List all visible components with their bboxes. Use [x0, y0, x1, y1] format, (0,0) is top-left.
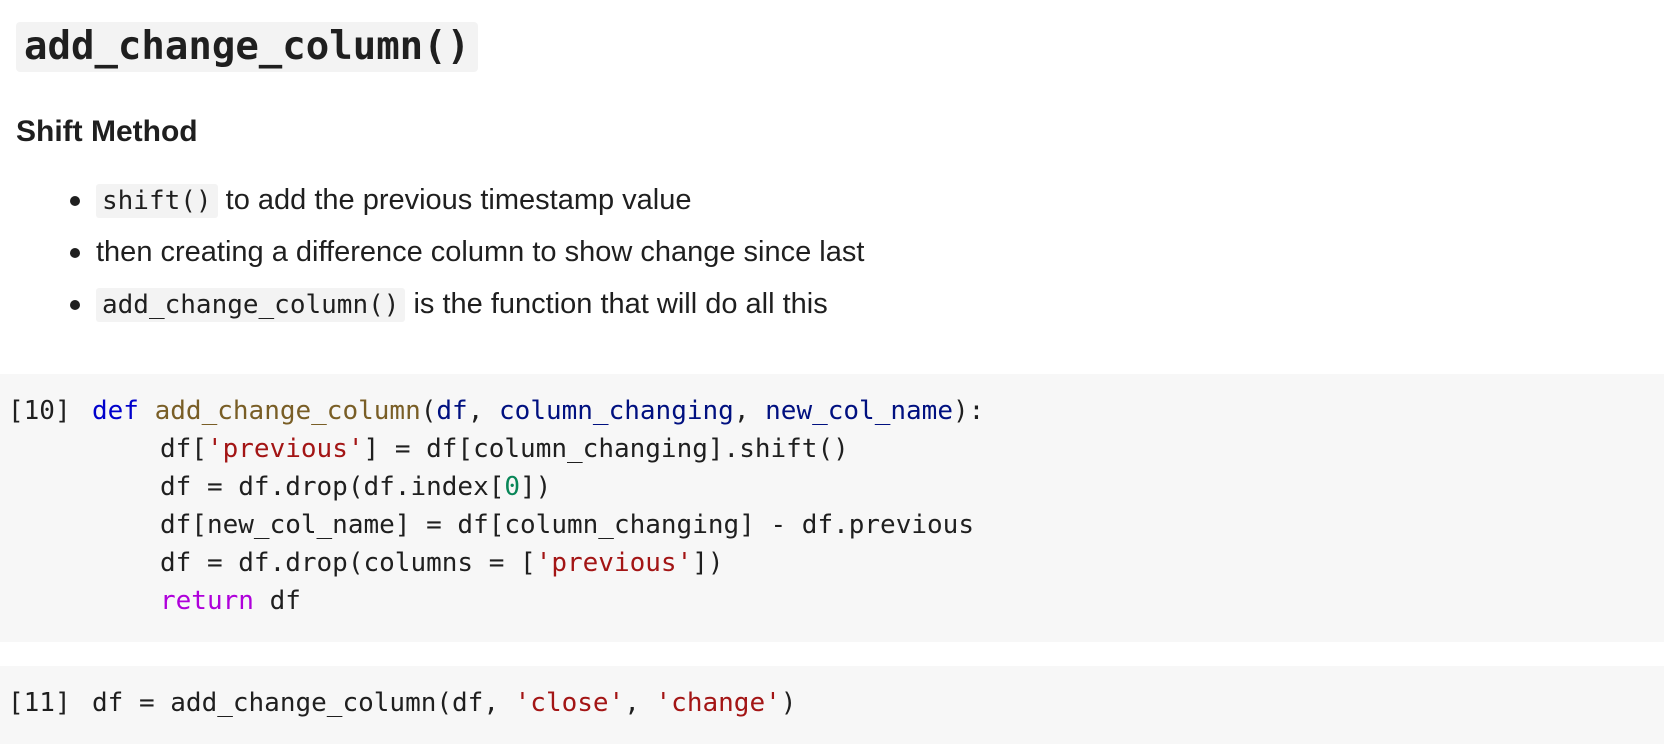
list-item-text: to add the previous timestamp value	[217, 184, 692, 216]
code-token: (	[420, 396, 437, 426]
list-item-text: is the function that will do all this	[405, 288, 828, 320]
code-token: ])	[692, 548, 724, 578]
code-keyword: return	[160, 586, 254, 616]
code-line: df = df.drop(df.index[0])	[92, 468, 984, 506]
markdown-subtitle: Shift Method	[16, 115, 198, 148]
markdown-title: add_change_column()	[16, 22, 479, 72]
bullet-icon	[70, 248, 80, 258]
inline-code: add_change_column()	[96, 288, 406, 322]
code-string: 'previous'	[206, 434, 364, 464]
code-token: )	[780, 688, 797, 718]
code-line: df[new_col_name] = df[column_changing] -…	[92, 506, 984, 544]
inline-code: shift()	[96, 184, 218, 218]
code-line: return df	[92, 582, 984, 620]
code-line: def add_change_column(df, column_changin…	[92, 392, 984, 430]
code-token: ):	[952, 396, 985, 426]
markdown-cell[interactable]: add_change_column() Shift Method shift()…	[0, 0, 1664, 372]
code-string: 'change'	[655, 688, 781, 718]
code-token: df	[253, 586, 301, 616]
code-token: df = df.drop(columns = [	[160, 548, 536, 578]
code-parameter: column_changing	[499, 396, 734, 426]
code-parameter: df	[436, 396, 468, 426]
execution-count: [10]	[8, 396, 71, 426]
code-token: ,	[624, 688, 656, 718]
code-token: df = add_change_column(df,	[92, 688, 515, 718]
code-editor[interactable]: def add_change_column(df, column_changin…	[92, 392, 984, 620]
code-token: ,	[733, 396, 766, 426]
code-token: df = df.drop(df.index[	[160, 472, 505, 502]
execution-count: [11]	[8, 688, 71, 718]
code-parameter: new_col_name	[765, 396, 953, 426]
code-string: 'previous'	[535, 548, 693, 578]
code-token: ] = df[column_changing].shift()	[363, 434, 849, 464]
code-token: ])	[520, 472, 552, 502]
list-item: then creating a difference column to sho…	[64, 232, 864, 284]
list-item: add_change_column() is the function that…	[64, 284, 864, 336]
code-editor[interactable]: df = add_change_column(df, 'close', 'cha…	[92, 684, 796, 722]
list-item: shift() to add the previous timestamp va…	[64, 180, 864, 232]
code-function-name: add_change_column	[154, 396, 421, 426]
markdown-bullet-list: shift() to add the previous timestamp va…	[64, 180, 864, 336]
code-line: df = df.drop(columns = ['previous'])	[92, 544, 984, 582]
code-token: df[	[160, 434, 207, 464]
bullet-icon	[70, 196, 80, 206]
code-number: 0	[504, 472, 521, 502]
notebook-page: add_change_column() Shift Method shift()…	[0, 0, 1664, 744]
bullet-icon	[70, 300, 80, 310]
code-keyword: def	[92, 396, 139, 426]
code-line: df = add_change_column(df, 'close', 'cha…	[92, 684, 796, 722]
list-item-text: then creating a difference column to sho…	[96, 236, 865, 268]
code-token: df[new_col_name] = df[column_changing] -…	[160, 510, 974, 540]
code-line: df['previous'] = df[column_changing].shi…	[92, 430, 984, 468]
code-token: ,	[467, 396, 500, 426]
code-string: 'close'	[514, 688, 625, 718]
